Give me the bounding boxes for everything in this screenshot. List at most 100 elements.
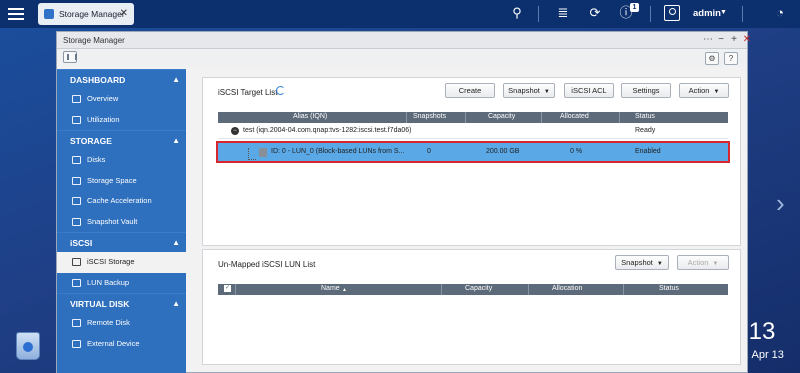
unmapped-lun-panel: Un-Mapped iSCSI LUN List Snapshot ▼ Actio… — [202, 249, 741, 365]
select-all-checkbox[interactable] — [224, 284, 231, 292]
window-titlebar[interactable]: Storage Manager ⋯ − + ✕ — [57, 32, 751, 49]
minimize-icon[interactable]: − — [716, 34, 726, 45]
maximize-icon[interactable]: + — [729, 34, 739, 45]
utilization-icon — [72, 115, 81, 124]
close-icon[interactable]: ✕ — [742, 34, 752, 45]
sidebar-item-label: Utilization — [87, 114, 120, 124]
caret-down-icon: ▼ — [543, 89, 550, 95]
sidebar-item-label: iSCSI Storage — [87, 257, 135, 266]
snapshot-button[interactable]: Snapshot ▼ — [503, 83, 555, 98]
sidebar-item-lun-backup[interactable]: LUN Backup — [57, 273, 186, 294]
refresh-icon[interactable] — [276, 86, 285, 95]
chevron-down-icon[interactable]: ▼ — [720, 9, 727, 16]
help-icon[interactable]: ? — [724, 52, 738, 65]
chevron-up-icon[interactable]: ▲ — [172, 233, 180, 253]
chevron-right-icon[interactable]: › — [776, 188, 785, 219]
external-device-icon — [72, 339, 81, 348]
lun-alias: ID: 0 - LUN_0 (Block-based LUNs from S..… — [271, 148, 405, 155]
sidebar-section-storage[interactable]: STORAGE ▲ — [57, 130, 186, 150]
iscsi-storage-icon — [72, 258, 81, 266]
panel-title: Un-Mapped iSCSI LUN List — [218, 260, 316, 269]
gear-icon[interactable]: ⚙ — [705, 52, 719, 65]
sidebar-section-label: iSCSI — [70, 238, 93, 248]
unmapped-snapshot-button[interactable]: Snapshot ▼ — [615, 255, 669, 270]
iscsi-target-table: Alias (IQN) Snapshots Capacity Allocated… — [216, 112, 730, 163]
button-label: Snapshot — [508, 86, 540, 95]
sidebar-item-external-device[interactable]: External Device — [57, 334, 186, 355]
column-divider — [541, 112, 542, 123]
panel-title: iSCSI Target List — [218, 88, 278, 97]
search-icon[interactable]: ⚲ — [508, 5, 526, 21]
iscsi-target-panel: iSCSI Target List Create Snapshot ▼ iSCSI… — [202, 77, 741, 246]
chevron-up-icon[interactable]: ▲ — [172, 70, 180, 90]
column-header-capacity[interactable]: Capacity — [488, 113, 515, 120]
storage-manager-icon — [44, 9, 54, 19]
background-tasks-icon[interactable]: ≣ — [554, 5, 572, 21]
sidebar-item-label: Disks — [87, 155, 106, 164]
window-toolbar: ⚙ ? — [57, 49, 747, 67]
button-label: Settings — [632, 86, 660, 95]
main-menu-icon[interactable] — [8, 6, 24, 20]
lun-icon — [259, 148, 267, 157]
app-tab-storage-manager[interactable]: Storage Manager ✕ — [38, 3, 134, 25]
sidebar-section-dashboard[interactable]: DASHBOARD ▲ — [57, 69, 186, 89]
table-header: Name ▲ Capacity Allocation Status — [218, 284, 728, 295]
unmapped-action-button[interactable]: Action ▼ — [677, 255, 729, 270]
sort-ascending-icon[interactable]: ▲ — [342, 287, 347, 293]
recycle-bin-icon[interactable] — [16, 332, 40, 360]
column-divider — [441, 284, 442, 295]
tab-close-icon[interactable]: ✕ — [120, 8, 128, 19]
sidebar-section-iscsi[interactable]: iSCSI ▲ — [57, 232, 186, 252]
taskbar-divider — [650, 6, 651, 22]
caret-down-icon: ▼ — [713, 89, 720, 95]
sidebar-item-overview[interactable]: Overview — [57, 89, 186, 110]
taskbar: Storage Manager ✕ ⚲ ≣ ⟳ ⓘ 1 admin ▼ ◔ — [0, 0, 800, 28]
sidebar-item-label: LUN Backup — [87, 277, 130, 287]
sidebar-toggle-icon[interactable] — [63, 51, 77, 63]
lun-backup-icon — [72, 278, 81, 287]
sidebar-section-label: STORAGE — [70, 136, 112, 146]
user-avatar-icon[interactable] — [664, 5, 680, 21]
sidebar-item-remote-disk[interactable]: Remote Disk — [57, 313, 186, 334]
sidebar-item-cache-acceleration[interactable]: Cache Acceleration — [57, 191, 186, 212]
chevron-up-icon[interactable]: ▲ — [172, 294, 180, 314]
more-options-icon[interactable]: ⋯ — [703, 34, 713, 45]
window-title: Storage Manager — [63, 36, 125, 45]
chevron-up-icon[interactable]: ▲ — [172, 131, 180, 151]
table-row-lun[interactable]: ID: 0 - LUN_0 (Block-based LUNs from S..… — [216, 141, 730, 163]
column-header-snapshots[interactable]: Snapshots — [413, 113, 446, 120]
settings-button[interactable]: Settings — [621, 83, 671, 98]
column-header-allocated[interactable]: Allocated — [560, 113, 589, 120]
sidebar-item-iscsi-storage[interactable]: iSCSI Storage — [57, 252, 186, 273]
create-button[interactable]: Create — [445, 83, 495, 98]
notification-badge: 1 — [630, 3, 639, 12]
collapse-icon[interactable]: − — [231, 127, 239, 135]
column-header-alias[interactable]: Alias (IQN) — [293, 113, 327, 120]
action-button[interactable]: Action ▼ — [679, 83, 729, 98]
dashboard-meter-icon[interactable]: ◔ — [771, 5, 789, 21]
sidebar-section-virtual-disk[interactable]: VIRTUAL DISK ▲ — [57, 293, 186, 313]
target-status: Ready — [635, 127, 656, 134]
taskbar-divider — [742, 6, 743, 22]
column-header-status[interactable]: Status — [659, 285, 679, 292]
column-header-name[interactable]: Name — [321, 285, 340, 292]
column-header-allocation[interactable]: Allocation — [552, 285, 582, 292]
sidebar-item-disks[interactable]: Disks — [57, 150, 186, 171]
column-divider — [619, 112, 620, 123]
user-name[interactable]: admin — [693, 8, 721, 19]
sidebar-item-storage-space[interactable]: Storage Space — [57, 171, 186, 192]
iscsi-acl-button[interactable]: iSCSI ACL — [564, 83, 614, 98]
sidebar-item-label: Cache Acceleration — [87, 196, 152, 205]
table-row-target[interactable]: − test (iqn.2004-04.com.qnap:tvs-1282:is… — [218, 123, 728, 139]
sidebar-item-utilization[interactable]: Utilization — [57, 110, 186, 131]
cache-icon — [72, 197, 81, 205]
button-label: Action — [688, 86, 710, 95]
sync-icon[interactable]: ⟳ — [586, 5, 604, 21]
column-divider — [465, 112, 466, 123]
caret-down-icon: ▼ — [656, 261, 663, 267]
storage-manager-window: Storage Manager ⋯ − + ✕ ⚙ ? DASHBOARD ▲ … — [56, 31, 751, 373]
column-header-status[interactable]: Status — [635, 113, 655, 120]
lun-capacity: 200.00 GB — [486, 148, 520, 155]
column-header-capacity[interactable]: Capacity — [465, 285, 492, 292]
sidebar-item-snapshot-vault[interactable]: Snapshot Vault — [57, 212, 186, 233]
